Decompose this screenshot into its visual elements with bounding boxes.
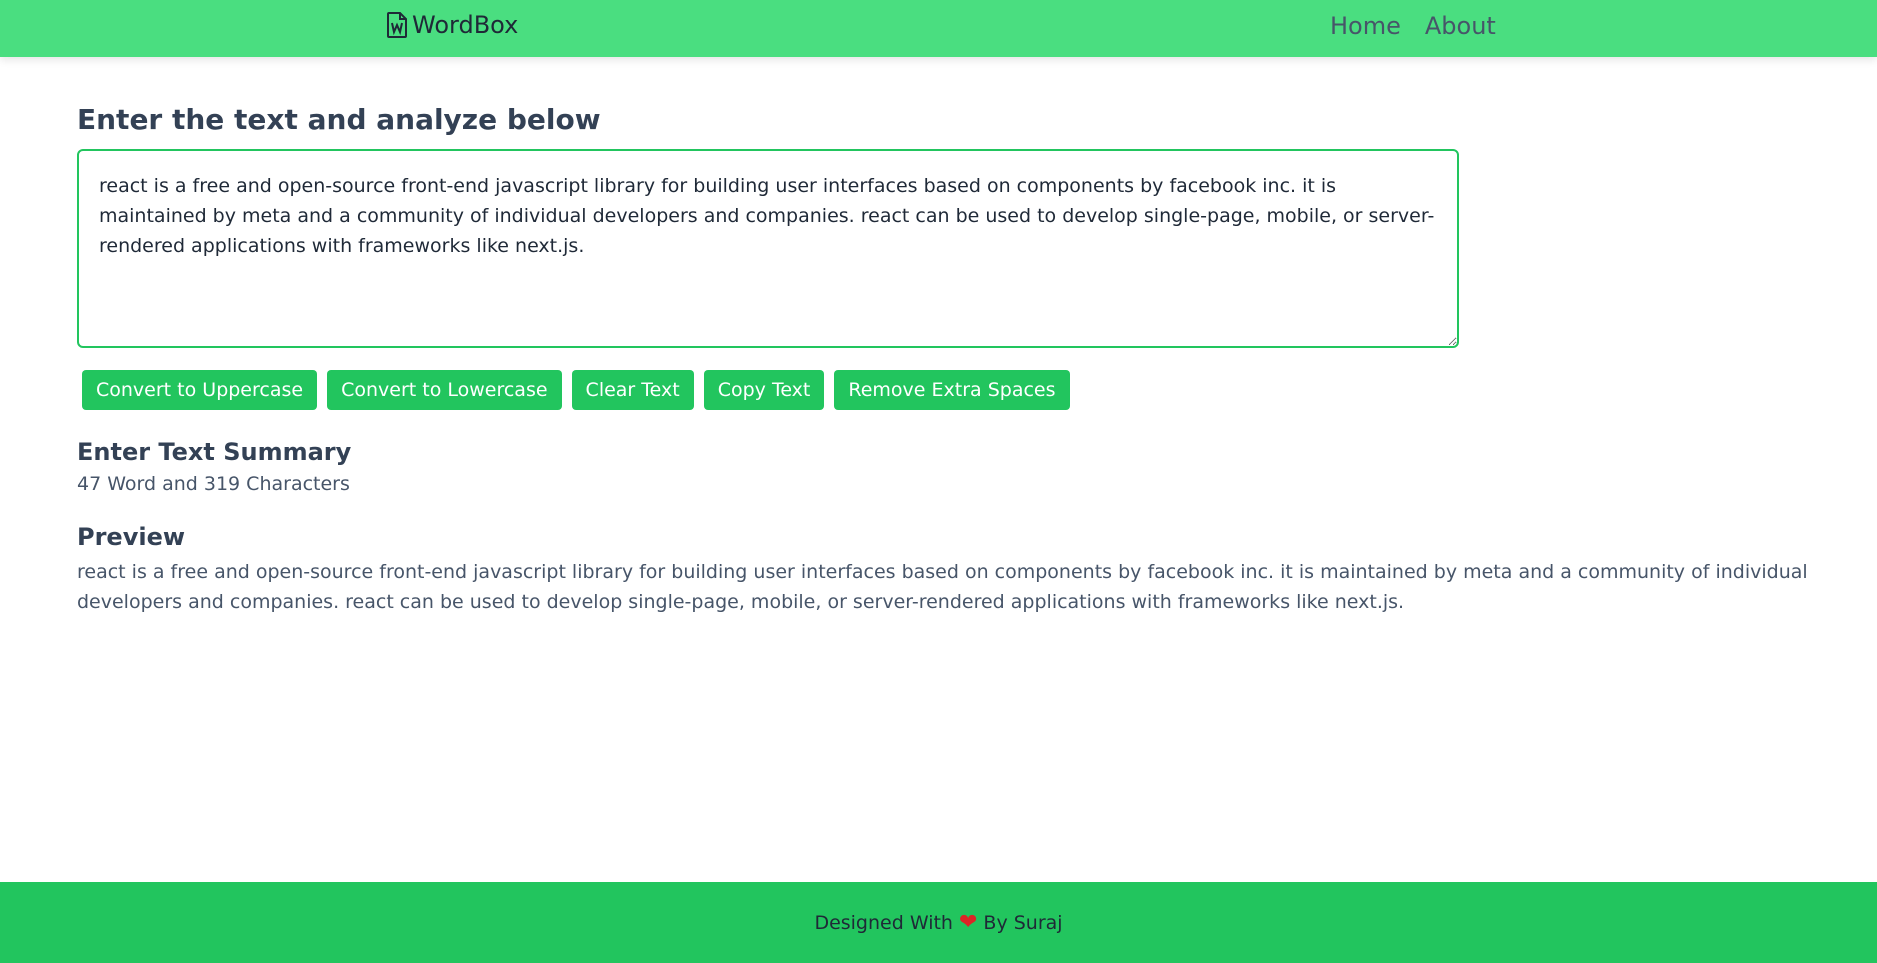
word-file-icon bbox=[386, 11, 408, 39]
heart-icon: ❤ bbox=[958, 909, 978, 935]
uppercase-button[interactable]: Convert to Uppercase bbox=[82, 370, 318, 410]
brand-name: WordBox bbox=[412, 11, 519, 39]
lowercase-button[interactable]: Convert to Lowercase bbox=[327, 370, 562, 410]
brand[interactable]: WordBox bbox=[386, 11, 518, 39]
footer: Designed With ❤ By Suraj bbox=[0, 882, 1877, 963]
preview-text: react is a free and open-source front-en… bbox=[77, 561, 1808, 613]
remove-spaces-button[interactable]: Remove Extra Spaces bbox=[834, 370, 1070, 410]
page-title: Enter the text and analyze below bbox=[77, 103, 601, 136]
nav-link-home[interactable]: Home bbox=[1330, 12, 1401, 40]
copy-text-button[interactable]: Copy Text bbox=[703, 370, 825, 410]
summary-title: Enter Text Summary bbox=[77, 438, 352, 466]
preview-title: Preview bbox=[77, 523, 186, 551]
summary-text: 47 Word and 319 Characters bbox=[77, 473, 350, 495]
nav-link-about[interactable]: About bbox=[1425, 12, 1496, 40]
navbar: WordBox Home About bbox=[0, 0, 1877, 57]
text-input[interactable] bbox=[77, 149, 1459, 348]
nav-links: Home About bbox=[1330, 12, 1496, 40]
footer-prefix: Designed With bbox=[814, 911, 953, 934]
clear-text-button[interactable]: Clear Text bbox=[571, 370, 694, 410]
footer-suffix: By Suraj bbox=[983, 911, 1063, 934]
main-content: Enter the text and analyze below Convert… bbox=[77, 100, 1817, 613]
action-buttons: Convert to Uppercase Convert to Lowercas… bbox=[82, 370, 1070, 410]
